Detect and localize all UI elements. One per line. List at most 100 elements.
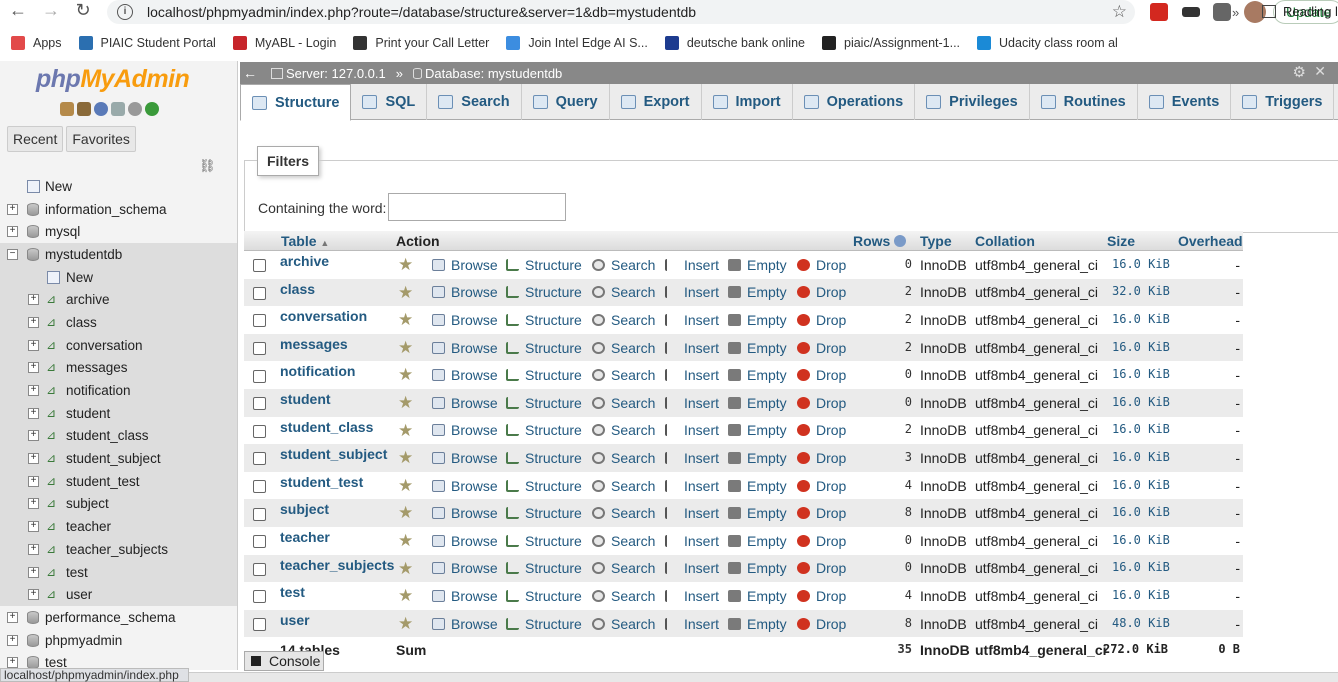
tree-item-label[interactable]: conversation	[66, 338, 143, 353]
tree-item-label[interactable]: archive	[66, 292, 110, 307]
insert-action[interactable]: Insert	[665, 367, 719, 383]
horizontal-scrollbar[interactable]	[189, 672, 1338, 682]
insert-action[interactable]: Insert	[665, 616, 719, 632]
drop-action[interactable]: Drop	[797, 257, 846, 273]
breadcrumb-server[interactable]: Server: 127.0.0.1	[271, 66, 386, 81]
search-action[interactable]: Search	[592, 312, 655, 328]
link-with-main-icon[interactable]: ⛓	[199, 158, 216, 174]
expand-icon[interactable]: +	[28, 589, 39, 601]
table-name-link[interactable]: student	[280, 391, 331, 407]
favorite-star-icon[interactable]: ★	[398, 283, 413, 303]
tab-operations[interactable]: Operations	[793, 84, 916, 120]
drop-action[interactable]: Drop	[797, 284, 846, 300]
favorite-star-icon[interactable]: ★	[398, 448, 413, 468]
browse-action[interactable]: Browse	[432, 560, 498, 576]
drop-action[interactable]: Drop	[797, 616, 846, 632]
tab-import[interactable]: Import	[702, 84, 793, 120]
favorite-star-icon[interactable]: ★	[398, 310, 413, 330]
insert-action[interactable]: Insert	[665, 588, 719, 604]
help-icon[interactable]	[94, 102, 108, 116]
empty-action[interactable]: Empty	[728, 257, 787, 273]
row-checkbox[interactable]	[253, 424, 266, 438]
expand-icon[interactable]: +	[28, 475, 39, 487]
insert-action[interactable]: Insert	[665, 505, 719, 521]
drop-action[interactable]: Drop	[797, 505, 846, 521]
structure-action[interactable]: Structure	[506, 257, 582, 273]
info-icon[interactable]: i	[117, 4, 133, 20]
drop-action[interactable]: Drop	[797, 478, 846, 494]
structure-action[interactable]: Structure	[506, 478, 582, 494]
table-size-link[interactable]: 16.0 KiB	[1112, 478, 1170, 492]
expand-icon[interactable]: +	[7, 611, 18, 623]
table-name-link[interactable]: class	[280, 281, 315, 297]
search-action[interactable]: Search	[592, 616, 655, 632]
favorite-star-icon[interactable]: ★	[398, 421, 413, 441]
favorites-tab[interactable]: Favorites	[66, 126, 136, 152]
insert-action[interactable]: Insert	[665, 284, 719, 300]
tree-item-db[interactable]: + phpmyadmin	[0, 629, 237, 652]
table-name-link[interactable]: user	[280, 612, 310, 628]
row-checkbox[interactable]	[253, 452, 266, 466]
header-collation[interactable]: Collation	[975, 233, 1035, 249]
table-size-link[interactable]: 16.0 KiB	[1112, 340, 1170, 354]
drop-action[interactable]: Drop	[797, 367, 846, 383]
incognito-extension-icon[interactable]	[1182, 7, 1200, 17]
bookmark-1[interactable]: PIAIC Student Portal	[78, 36, 216, 50]
tree-item-db[interactable]: + mysql	[0, 220, 237, 243]
table-name-link[interactable]: test	[280, 584, 305, 600]
drop-action[interactable]: Drop	[797, 588, 846, 604]
search-action[interactable]: Search	[592, 395, 655, 411]
tab-sql[interactable]: SQL	[351, 84, 428, 120]
insert-action[interactable]: Insert	[665, 533, 719, 549]
structure-action[interactable]: Structure	[506, 588, 582, 604]
drop-action[interactable]: Drop	[797, 422, 846, 438]
table-size-link[interactable]: 16.0 KiB	[1112, 505, 1170, 519]
favorite-star-icon[interactable]: ★	[398, 614, 413, 634]
row-checkbox[interactable]	[253, 369, 266, 383]
structure-action[interactable]: Structure	[506, 312, 582, 328]
tree-item-table[interactable]: + ⊿ subject	[0, 492, 237, 516]
row-checkbox[interactable]	[253, 342, 266, 356]
structure-action[interactable]: Structure	[506, 560, 582, 576]
drop-action[interactable]: Drop	[797, 340, 846, 356]
tree-item-table[interactable]: + ⊿ archive	[0, 288, 237, 312]
expand-icon[interactable]: +	[28, 453, 39, 465]
expand-icon[interactable]: +	[28, 294, 39, 306]
table-name-link[interactable]: student_class	[280, 419, 373, 435]
favorite-star-icon[interactable]: ★	[398, 476, 413, 496]
search-action[interactable]: Search	[592, 284, 655, 300]
address-bar[interactable]: i localhost/phpmyadmin/index.php?route=/…	[107, 0, 1135, 24]
favorite-star-icon[interactable]: ★	[398, 586, 413, 606]
browse-action[interactable]: Browse	[432, 533, 498, 549]
tab-structure[interactable]: Structure	[240, 84, 352, 121]
tree-item-label[interactable]: test	[66, 565, 88, 580]
tree-item-label[interactable]: teacher	[66, 519, 111, 534]
back-icon[interactable]: ←	[3, 0, 33, 21]
home-icon[interactable]	[60, 102, 74, 116]
header-rows[interactable]: Rows	[853, 233, 907, 249]
settings-gear-icon[interactable]	[128, 102, 142, 116]
insert-action[interactable]: Insert	[665, 560, 719, 576]
insert-action[interactable]: Insert	[665, 340, 719, 356]
drop-action[interactable]: Drop	[797, 395, 846, 411]
tree-item-label[interactable]: teacher_subjects	[66, 542, 168, 557]
favorite-star-icon[interactable]: ★	[398, 255, 413, 275]
row-checkbox[interactable]	[253, 314, 266, 328]
tree-item-label[interactable]: mystudentdb	[45, 247, 122, 262]
expand-icon[interactable]: +	[28, 407, 39, 419]
empty-action[interactable]: Empty	[728, 422, 787, 438]
tab-routines[interactable]: Routines	[1030, 84, 1138, 120]
tree-item-label[interactable]: subject	[66, 496, 109, 511]
expand-icon[interactable]: +	[28, 498, 39, 510]
bookmark-7[interactable]: Udacity class room al	[977, 36, 1118, 50]
row-checkbox[interactable]	[253, 397, 266, 411]
tree-item-table[interactable]: + ⊿ user	[0, 583, 237, 607]
tree-item-label[interactable]: messages	[66, 360, 128, 375]
expand-icon[interactable]: +	[28, 316, 39, 328]
tree-item-label[interactable]: performance_schema	[45, 610, 176, 625]
close-icon[interactable]: ✕	[1314, 63, 1326, 80]
header-size[interactable]: Size	[1107, 233, 1135, 249]
favorite-star-icon[interactable]: ★	[398, 393, 413, 413]
search-action[interactable]: Search	[592, 340, 655, 356]
docs-icon[interactable]	[111, 102, 125, 116]
